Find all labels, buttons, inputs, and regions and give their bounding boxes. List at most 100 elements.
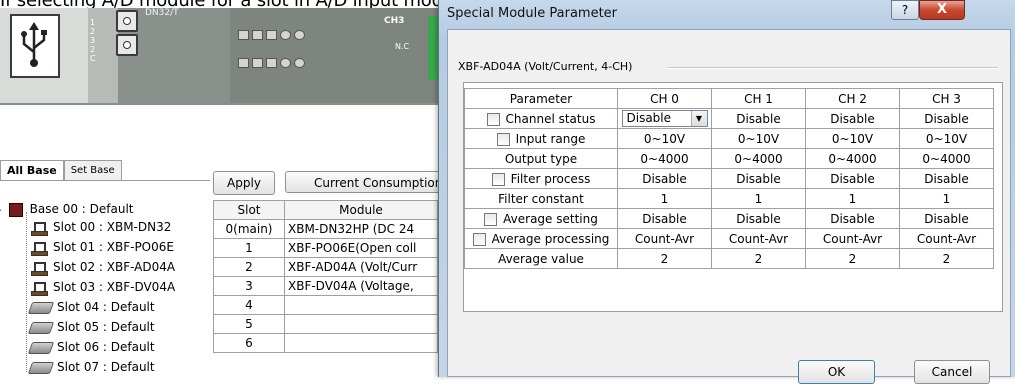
dropdown-value: Disable <box>626 111 672 125</box>
parameter-value-cell[interactable]: 1 <box>899 188 994 209</box>
channel-status-dropdown[interactable]: Disable ▼ <box>621 110 708 127</box>
parameter-value-cell[interactable]: 0~4000 <box>617 148 712 169</box>
parameter-value-cell[interactable]: Count-Avr <box>899 228 994 249</box>
cancel-button[interactable]: Cancel <box>914 360 990 384</box>
module-cell <box>284 314 438 334</box>
port-column: 1 2 3 2 C <box>88 8 118 103</box>
parameter-checkbox[interactable] <box>496 132 510 146</box>
parameter-checkbox[interactable] <box>491 172 505 186</box>
parameter-value-cell[interactable]: 0~4000 <box>899 148 994 169</box>
parameter-value-cell[interactable]: 0~4000 <box>805 148 900 169</box>
close-button[interactable]: X <box>919 0 965 20</box>
parameter-value-cell[interactable]: Disable <box>617 168 712 189</box>
tree-slot-item[interactable]: Slot 03 : XBF-DV04A <box>30 278 175 298</box>
io-panel <box>230 8 440 103</box>
slot-row[interactable]: 2 XBF-AD04A (Volt/Curr <box>213 257 438 277</box>
parameter-value-cell[interactable]: Disable <box>899 208 994 229</box>
parameter-value-cell[interactable]: Disable <box>617 208 712 229</box>
tree-line <box>26 212 27 372</box>
tree-slot-item[interactable]: Slot 01 : XBF-PO06E <box>30 238 174 258</box>
parameter-value-cell[interactable]: Disable <box>805 108 900 129</box>
parameter-value-cell[interactable]: 0~10V <box>711 128 806 149</box>
dialog-title: Special Module Parameter <box>447 6 618 21</box>
slot-cell: 6 <box>213 333 285 353</box>
parameter-label: Filter process <box>510 171 591 186</box>
module-cell <box>284 295 438 315</box>
parameter-value-cell[interactable]: Count-Avr <box>711 228 806 249</box>
parameter-value-cell[interactable]: Disable <box>711 208 806 229</box>
switch-knob-top <box>116 10 138 32</box>
slot-row[interactable]: 0(main) XBM-DN32HP (DC 24 <box>213 219 438 239</box>
slot-row[interactable]: 3 XBF-DV04A (Voltage, <box>213 276 438 296</box>
parameter-value-cell[interactable]: 0~10V <box>617 128 712 149</box>
parameter-value-cell[interactable]: 1 <box>711 188 806 209</box>
empty-slot-icon <box>27 361 55 374</box>
parameter-name-cell: Input range <box>464 128 618 149</box>
parameter-label: Output type <box>504 151 578 166</box>
module-cell: XBM-DN32HP (DC 24 <box>284 219 438 239</box>
empty-slot-icon <box>27 301 55 314</box>
tree-slot-label: Slot 07 : Default <box>57 360 155 374</box>
channel-header: CH 3 <box>899 88 994 109</box>
parameter-checkbox[interactable] <box>484 212 498 226</box>
current-consumption-button[interactable]: Current Consumption <box>285 171 445 193</box>
parameter-checkbox[interactable] <box>486 112 500 126</box>
parameter-value-cell[interactable]: Disable <box>899 108 994 129</box>
parameter-name-cell: Average value <box>464 248 618 269</box>
channel-header: CH 0 <box>617 88 712 109</box>
slot-cell: 5 <box>213 314 285 334</box>
tree-slot-item[interactable]: Slot 06 : Default <box>27 338 155 358</box>
slot-cell: 0(main) <box>213 219 285 239</box>
parameter-row: Average value 2 2 2 2 <box>464 248 994 269</box>
dialog-body: XBF-AD04A (Volt/Current, 4-CH) Parameter… <box>447 29 1011 384</box>
parameter-value-cell[interactable]: Count-Avr <box>805 228 900 249</box>
tree-root-label: Base 00 : Default <box>29 202 134 216</box>
tree-slot-item[interactable]: Slot 02 : XBF-AD04A <box>30 258 175 278</box>
parameter-value-cell[interactable]: Count-Avr <box>617 228 712 249</box>
parameter-value-cell[interactable]: 2 <box>711 248 806 269</box>
collapse-icon[interactable]: - <box>0 202 5 220</box>
parameter-row: Input range 0~10V 0~10V 0~10V 0~10V <box>464 128 994 149</box>
parameter-value-cell[interactable]: 2 <box>899 248 994 269</box>
slot-cell: 3 <box>213 276 285 296</box>
tree-slot-item[interactable]: Slot 00 : XBM-DN32 <box>30 218 171 238</box>
tree-slot-item[interactable]: Slot 04 : Default <box>27 298 155 318</box>
parameter-value-cell[interactable]: Disable <box>711 168 806 189</box>
tree-slot-item[interactable]: Slot 05 : Default <box>27 318 155 338</box>
parameter-row: Filter process Disable Disable Disable Disab… <box>464 168 994 189</box>
parameter-value-cell[interactable]: 0~10V <box>805 128 900 149</box>
slot-row[interactable]: 5 <box>213 314 438 334</box>
dropdown-arrow-icon[interactable]: ▼ <box>690 111 707 126</box>
ok-button[interactable]: OK <box>798 360 875 384</box>
empty-slot-icon <box>27 341 55 354</box>
parameter-value-cell[interactable]: 1 <box>617 188 712 209</box>
parameter-value-cell[interactable]: Disable <box>711 108 806 129</box>
module-icon <box>30 281 48 296</box>
parameter-value-cell[interactable]: 1 <box>805 188 900 209</box>
parameter-label: Channel status <box>505 111 596 126</box>
tree-slot-item[interactable]: Slot 07 : Default <box>27 358 155 378</box>
tree-slot-label: Slot 06 : Default <box>57 340 155 354</box>
tab-set-base[interactable]: Set Base <box>63 160 122 180</box>
parameter-value-cell[interactable]: Disable ▼ <box>617 108 712 129</box>
parameter-value-cell[interactable]: 2 <box>617 248 712 269</box>
parameter-value-cell[interactable]: 0~4000 <box>711 148 806 169</box>
help-button[interactable]: ? <box>891 0 919 20</box>
slot-row[interactable]: 6 <box>213 333 438 353</box>
slot-cell: 1 <box>213 238 285 258</box>
parameter-value-cell[interactable]: Disable <box>899 168 994 189</box>
parameter-value-cell[interactable]: 2 <box>805 248 900 269</box>
channel-header: CH 1 <box>711 88 806 109</box>
slot-row[interactable]: 1 XBF-PO06E(Open coll <box>213 238 438 258</box>
parameter-value-cell[interactable]: 0~10V <box>899 128 994 149</box>
parameter-name-cell: Average processing <box>464 228 618 249</box>
apply-button[interactable]: Apply <box>213 171 275 195</box>
parameter-value-cell[interactable]: Disable <box>805 168 900 189</box>
tree-root[interactable]: - Base 00 : Default <box>0 200 133 220</box>
parameter-checkbox[interactable] <box>472 232 486 246</box>
module-cell: XBF-DV04A (Voltage, <box>284 276 438 296</box>
tab-all-base[interactable]: All Base <box>0 160 64 180</box>
slot-row[interactable]: 4 <box>213 295 438 315</box>
tree-slot-label: Slot 02 : XBF-AD04A <box>53 260 176 274</box>
parameter-value-cell[interactable]: Disable <box>805 208 900 229</box>
